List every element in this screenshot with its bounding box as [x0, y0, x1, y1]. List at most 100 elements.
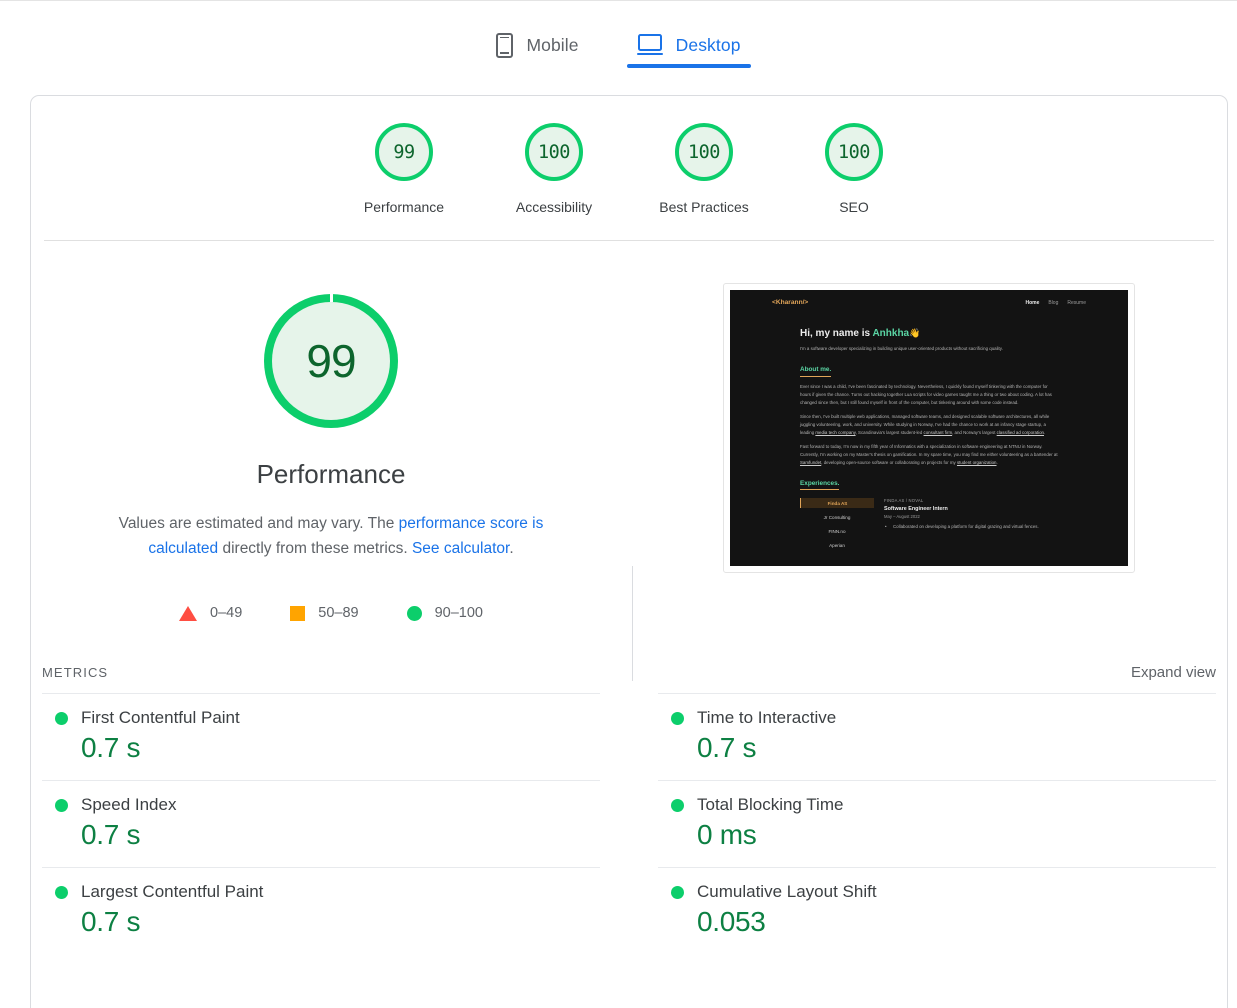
- metric-row[interactable]: Time to Interactive 0.7 s: [658, 693, 1216, 780]
- metric-row[interactable]: Total Blocking Time 0 ms: [658, 780, 1216, 867]
- site-about-p1: Ever since I was a child, I've been fasc…: [800, 383, 1058, 407]
- site-exp-tab-0: Finda AS: [800, 498, 874, 508]
- about-p3-c: , developing open-source software or col…: [821, 460, 957, 465]
- score-legend: 0–49 50–89 90–100: [179, 605, 483, 621]
- legend-range-pass: 90–100: [435, 605, 483, 621]
- gauge-seo-value: 100: [838, 142, 870, 163]
- metric-name: Total Blocking Time: [658, 795, 1216, 815]
- metric-row[interactable]: First Contentful Paint 0.7 s: [42, 693, 600, 780]
- metric-row[interactable]: Largest Contentful Paint 0.7 s: [42, 867, 600, 954]
- gauge-performance-value: 99: [393, 142, 414, 163]
- category-score-accessibility[interactable]: 100 Accessibility: [479, 123, 629, 215]
- desc-text-3: .: [509, 540, 513, 557]
- site-exp-tab-2: FINN.no: [800, 526, 874, 536]
- site-exp-company: FINDA AS / NOVAL: [884, 498, 1058, 503]
- category-label-performance: Performance: [364, 199, 444, 215]
- metric-name: Cumulative Layout Shift: [658, 882, 1216, 902]
- tab-active-indicator: [627, 64, 751, 68]
- site-nav-links: Home Blog Resume: [1025, 300, 1086, 306]
- final-screenshot-image: <Kharann/> Home Blog Resume Hi, my name …: [730, 290, 1128, 566]
- site-experience-detail: FINDA AS / NOVAL Software Engineer Inter…: [884, 498, 1058, 550]
- see-calculator-link[interactable]: See calculator: [412, 540, 509, 557]
- performance-title: Performance: [257, 459, 406, 490]
- site-nav-blog: Blog: [1048, 300, 1058, 306]
- site-nav-home: Home: [1025, 300, 1039, 306]
- about-p2-e: , and Norway's largest: [952, 430, 997, 435]
- site-experience-tabs: Finda AS Jr Consulting FINN.no Aperian: [800, 498, 874, 550]
- status-pass-icon: [671, 886, 684, 899]
- status-pass-icon: [55, 799, 68, 812]
- site-intro: I'm a software developer specializing in…: [800, 345, 1058, 353]
- about-p3-a: Fast forward to today, I'm now in my fif…: [800, 444, 1058, 457]
- metric-name: Largest Contentful Paint: [42, 882, 600, 902]
- performance-hero: 99 Performance Values are estimated and …: [31, 241, 1227, 621]
- site-experiences: Finda AS Jr Consulting FINN.no Aperian F…: [800, 498, 1058, 550]
- phone-icon: [496, 33, 513, 58]
- site-about-p2: Since then, I've built multiple web appl…: [800, 413, 1058, 437]
- about-p2-g: .: [1044, 430, 1045, 435]
- circle-icon: [407, 606, 422, 621]
- tab-desktop[interactable]: Desktop: [631, 18, 747, 72]
- performance-gauge-large-value: 99: [306, 334, 355, 388]
- about-p3-link-student-org: student organization: [957, 460, 997, 465]
- metric-label: Cumulative Layout Shift: [697, 882, 877, 902]
- category-label-accessibility: Accessibility: [516, 199, 592, 215]
- metric-name: First Contentful Paint: [42, 708, 600, 728]
- site-exp-date: May – August 2022: [884, 514, 1058, 519]
- final-screenshot-frame: <Kharann/> Home Blog Resume Hi, my name …: [723, 283, 1135, 573]
- metrics-header: METRICS Expand view: [31, 664, 1227, 681]
- category-label-best-practices: Best Practices: [659, 199, 748, 215]
- gauge-best-practices-value: 100: [688, 142, 720, 163]
- about-p2-link-media: media tech company: [815, 430, 855, 435]
- metrics-column-right: Time to Interactive 0.7 s Total Blocking…: [629, 693, 1216, 954]
- legend-range-average: 50–89: [318, 605, 358, 621]
- category-score-best-practices[interactable]: 100 Best Practices: [629, 123, 779, 215]
- category-score-list: 99 Performance 100 Accessibility 100 Bes…: [31, 96, 1227, 215]
- site-exp-role: Software Engineer Intern: [884, 506, 1058, 512]
- expand-view-button[interactable]: Expand view: [1131, 664, 1216, 681]
- desc-text-2: directly from these metrics.: [218, 540, 412, 557]
- metrics-title: METRICS: [42, 665, 108, 680]
- legend-range-fail: 0–49: [210, 605, 242, 621]
- metric-label: First Contentful Paint: [81, 708, 240, 728]
- category-score-seo[interactable]: 100 SEO: [779, 123, 929, 215]
- metric-value: 0.7 s: [697, 732, 1216, 764]
- site-about-p3: Fast forward to today, I'm now in my fif…: [800, 443, 1058, 467]
- pagespeed-insights-report: Mobile Desktop 99 Performance: [0, 0, 1237, 1008]
- metric-value: 0.053: [697, 906, 1216, 938]
- square-icon: [290, 606, 305, 621]
- category-score-performance[interactable]: 99 Performance: [329, 123, 479, 215]
- about-p2-c: , Scandinavia's largest student-led: [856, 430, 924, 435]
- site-exp-tab-3: Aperian: [800, 540, 874, 550]
- category-label-seo: SEO: [839, 199, 869, 215]
- legend-item-pass: 90–100: [407, 605, 483, 621]
- site-experiences-heading: Experiences.: [800, 480, 839, 491]
- metric-row[interactable]: Cumulative Layout Shift 0.053: [658, 867, 1216, 954]
- performance-gauge-panel: 99 Performance Values are estimated and …: [31, 296, 631, 621]
- status-pass-icon: [671, 712, 684, 725]
- status-pass-icon: [671, 799, 684, 812]
- gauge-seo: 100: [825, 123, 883, 181]
- desc-text-1: Values are estimated and may vary. The: [119, 515, 399, 532]
- about-p2-link-consultant: consultant firm: [924, 430, 953, 435]
- metric-label: Largest Contentful Paint: [81, 882, 263, 902]
- site-about-heading: About me.: [800, 366, 831, 377]
- tab-list: Mobile Desktop: [490, 18, 746, 72]
- gauge-performance: 99: [375, 123, 433, 181]
- site-body: Hi, my name is Anhkha👋 I'm a software de…: [730, 306, 1128, 550]
- wave-emoji: 👋: [909, 328, 920, 338]
- performance-gauge-large: 99: [272, 302, 390, 420]
- metric-value: 0.7 s: [81, 732, 600, 764]
- form-factor-tabs: Mobile Desktop: [0, 0, 1237, 78]
- report-card: 99 Performance 100 Accessibility 100 Bes…: [30, 95, 1228, 1008]
- tab-mobile-label: Mobile: [526, 35, 578, 56]
- tab-desktop-label: Desktop: [676, 35, 741, 56]
- status-pass-icon: [55, 712, 68, 725]
- site-exp-bullet: Collaborated on developing a platform fo…: [884, 524, 1058, 529]
- site-exp-tab-1: Jr Consulting: [800, 512, 874, 522]
- triangle-icon: [179, 606, 197, 621]
- metric-row[interactable]: Speed Index 0.7 s: [42, 780, 600, 867]
- tab-mobile[interactable]: Mobile: [490, 18, 584, 72]
- site-logo: <Kharann/>: [772, 299, 808, 306]
- metric-value: 0.7 s: [81, 819, 600, 851]
